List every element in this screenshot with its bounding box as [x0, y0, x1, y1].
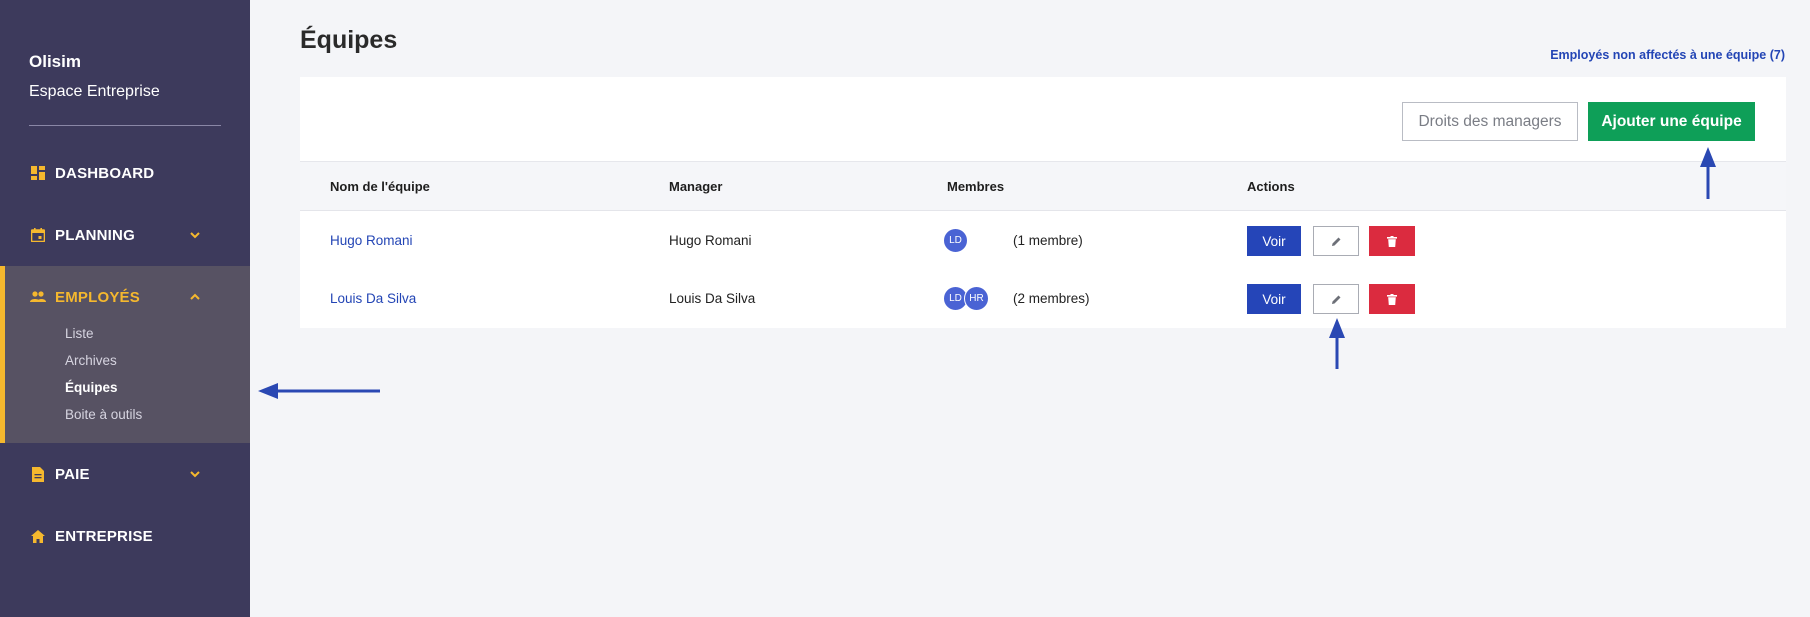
pencil-icon — [1331, 237, 1340, 246]
view-team-button[interactable]: Voir — [1247, 284, 1301, 314]
team-name-link[interactable]: Hugo Romani — [330, 233, 413, 248]
trash-icon — [1387, 235, 1397, 247]
sidebar-item-company[interactable]: ENTREPRISE — [0, 520, 250, 552]
delete-team-button[interactable] — [1369, 226, 1415, 256]
table-row: Hugo Romani Hugo Romani LD (1 membre) Vo… — [300, 212, 1786, 270]
annotation-arrow-up-edit — [1329, 318, 1345, 369]
chevron-down-icon — [190, 232, 200, 239]
card-toolbar: Droits des managers Ajouter une équipe — [300, 77, 1786, 162]
sidebar: Olisim Espace Entreprise DASHBOARD PLANN… — [0, 0, 250, 617]
sidebar-item-label: PAIE — [55, 465, 90, 483]
sidebar-item-label: PLANNING — [55, 226, 135, 244]
member-count: (2 membres) — [1013, 291, 1090, 306]
sidebar-item-planning[interactable]: PLANNING — [0, 219, 250, 251]
sidebar-subitem-liste[interactable]: Liste — [65, 326, 94, 341]
trash-icon — [1387, 293, 1397, 305]
manager-name: Louis Da Silva — [669, 291, 756, 306]
column-header-manager: Manager — [669, 179, 723, 194]
column-header-team: Nom de l'équipe — [330, 179, 430, 194]
edit-team-button[interactable] — [1313, 284, 1359, 314]
sidebar-item-employees[interactable]: EMPLOYÉS — [0, 281, 250, 313]
calendar-icon — [30, 227, 46, 243]
people-icon — [30, 289, 46, 305]
annotation-arrow-left — [258, 383, 380, 399]
add-team-button[interactable]: Ajouter une équipe — [1588, 102, 1755, 141]
teams-card: Droits des managers Ajouter une équipe N… — [300, 77, 1786, 328]
member-count: (1 membre) — [1013, 233, 1083, 248]
sidebar-item-label: EMPLOYÉS — [55, 288, 140, 306]
sidebar-item-dashboard[interactable]: DASHBOARD — [0, 157, 250, 189]
document-icon — [30, 466, 46, 482]
unassigned-employees-link[interactable]: Employés non affectés à une équipe (7) — [1550, 48, 1785, 62]
managers-rights-button[interactable]: Droits des managers — [1402, 102, 1578, 141]
table-row: Louis Da Silva Louis Da Silva LD HR (2 m… — [300, 270, 1786, 328]
manager-name: Hugo Romani — [669, 233, 752, 248]
sidebar-subitem-toolbox[interactable]: Boite à outils — [65, 407, 142, 422]
edit-team-button[interactable] — [1313, 226, 1359, 256]
page-title: Équipes — [300, 26, 398, 54]
dashboard-icon — [30, 165, 46, 181]
sidebar-divider — [29, 125, 221, 126]
view-team-button[interactable]: Voir — [1247, 226, 1301, 256]
column-header-actions: Actions — [1247, 179, 1295, 194]
chevron-up-icon — [190, 293, 200, 300]
column-header-members: Membres — [947, 179, 1005, 194]
company-name: Olisim — [29, 52, 81, 71]
sidebar-item-label: DASHBOARD — [55, 164, 155, 182]
sidebar-item-label: ENTREPRISE — [55, 527, 153, 545]
annotation-arrow-up-add-team — [1700, 147, 1716, 199]
sidebar-subitem-equipes[interactable]: Équipes — [65, 380, 118, 395]
sidebar-item-payroll[interactable]: PAIE — [0, 458, 250, 490]
sidebar-subitem-archives[interactable]: Archives — [65, 353, 117, 368]
table-header: Nom de l'équipe Manager Membres Actions — [300, 162, 1786, 211]
avatar: HR — [964, 286, 989, 311]
home-icon — [30, 528, 46, 544]
chevron-down-icon — [190, 471, 200, 478]
avatar: LD — [943, 228, 968, 253]
delete-team-button[interactable] — [1369, 284, 1415, 314]
pencil-icon — [1331, 295, 1340, 304]
team-name-link[interactable]: Louis Da Silva — [330, 291, 416, 306]
workspace-label: Espace Entreprise — [29, 83, 160, 100]
